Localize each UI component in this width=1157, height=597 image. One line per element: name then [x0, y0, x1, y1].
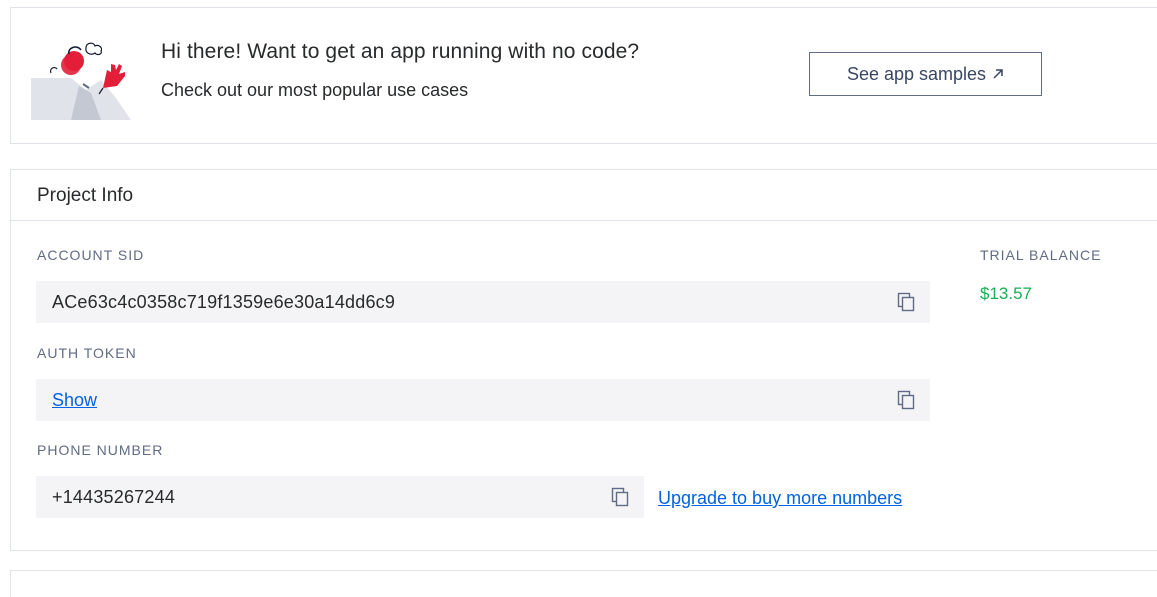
phone-number-label: PHONE NUMBER: [37, 442, 164, 458]
app-samples-banner: Hi there! Want to get an app running wit…: [10, 7, 1157, 144]
trial-balance-value: $13.57: [980, 284, 1032, 303]
phone-number-value[interactable]: +14435267244: [52, 487, 175, 508]
project-info-card: Project Info ACCOUNT SID ACe63c4c0358c71…: [10, 169, 1157, 551]
external-arrow-icon: [993, 69, 1003, 79]
show-auth-token-link[interactable]: Show: [52, 390, 97, 411]
next-section-card: [10, 570, 1157, 597]
banner-subtitle: Check out our most popular use cases: [161, 80, 469, 100]
upgrade-numbers-link[interactable]: Upgrade to buy more numbers: [658, 488, 902, 509]
account-sid-label: ACCOUNT SID: [37, 247, 145, 263]
banner-title: Hi there! Want to get an app running wit…: [161, 40, 640, 63]
trial-balance-label: TRIAL BALANCE: [980, 247, 1102, 263]
auth-token-field: Show: [36, 379, 930, 421]
copy-icon[interactable]: [611, 487, 629, 507]
project-info-header: Project Info: [11, 170, 1157, 221]
copy-icon[interactable]: [897, 292, 915, 312]
auth-token-label: AUTH TOKEN: [37, 345, 137, 361]
see-app-samples-label: See app samples: [846, 63, 987, 84]
see-app-samples-button[interactable]: See app samples: [809, 52, 1042, 96]
account-sid-field: ACe63c4c0358c719f1359e6e30a14dd6c9: [36, 281, 930, 323]
account-sid-value[interactable]: ACe63c4c0358c719f1359e6e30a14dd6c9: [52, 292, 395, 313]
project-info-title: Project Info: [37, 185, 134, 206]
waving-character-illustration: [31, 42, 131, 120]
phone-number-field: +14435267244: [36, 476, 644, 518]
copy-icon[interactable]: [897, 390, 915, 410]
